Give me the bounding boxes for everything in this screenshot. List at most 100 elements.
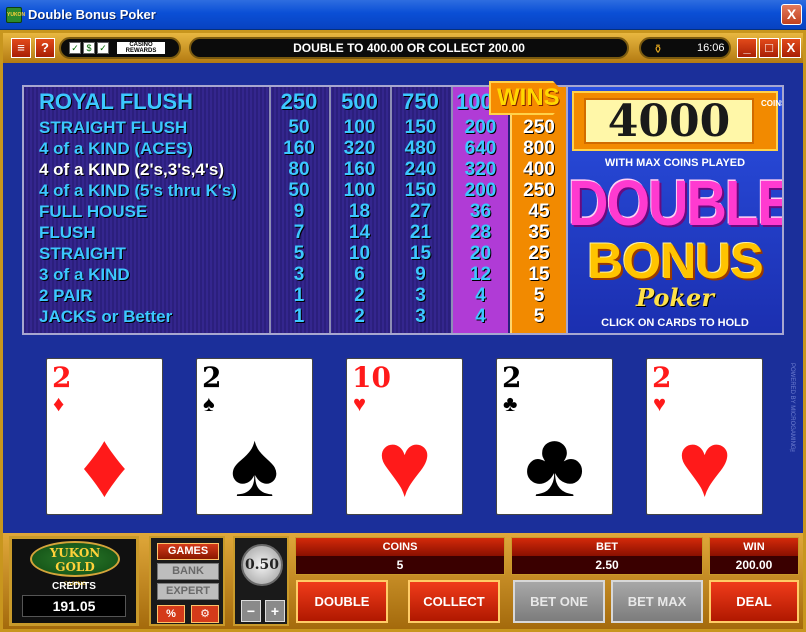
payout-cell: 1 (293, 306, 305, 327)
deal-button[interactable]: DEAL (709, 580, 799, 623)
payout-cell: 3 (415, 285, 426, 306)
payout-cell: 2 (354, 285, 365, 306)
minimize-button[interactable]: _ (737, 38, 757, 58)
message-bar: DOUBLE TO 400.00 OR COLLECT 200.00 (189, 37, 629, 59)
hand-name: 4 of a KIND (2's,3's,4's) (39, 160, 225, 179)
clock-icon: ⚱ (653, 42, 664, 56)
win-label: WIN (710, 538, 798, 556)
decrease-coin-button[interactable]: − (241, 600, 261, 622)
win-cell: 250 (523, 117, 555, 138)
bet-label: BET (512, 538, 702, 556)
hand-name: ROYAL FLUSH (39, 89, 194, 114)
wins-label: WINS (489, 81, 569, 115)
card-5[interactable]: 2 ♥ ♥ (646, 358, 763, 515)
hand-name: 4 of a KIND (ACES) (39, 139, 193, 158)
win-cell: 5 (533, 306, 545, 327)
clock-time: 16:06 (697, 42, 725, 54)
stats-icon[interactable]: ✓ (97, 42, 109, 54)
payout-cell: 3 (293, 264, 305, 285)
bank-button[interactable]: BANK (157, 563, 219, 580)
payout-cell: 9 (415, 264, 426, 285)
logo-line1: YUKON (49, 546, 101, 560)
win-cell: 25 (528, 243, 550, 264)
payout-cell: 250 (280, 89, 318, 114)
payout-cell: 100 (343, 180, 376, 201)
coins-word: COINS (761, 99, 784, 108)
payout-cell: 27 (409, 201, 432, 222)
coins-value: 5 (396, 558, 404, 572)
win-cell: 400 (523, 159, 555, 180)
check-icon[interactable]: ✓ (69, 42, 81, 54)
close-button[interactable]: X (781, 38, 801, 58)
credits-label: CREDITS (52, 581, 96, 592)
rewards-pill: ✓ $ ✓ CASINO REWARDS (59, 37, 181, 59)
payout-cell: 4 (475, 306, 486, 327)
payout-cell: 160 (343, 159, 376, 180)
payout-cell: 480 (404, 138, 437, 159)
increase-coin-button[interactable]: + (265, 600, 285, 622)
coins-label: COINS (296, 538, 504, 556)
payout-cell: 50 (288, 180, 310, 201)
win-cell: 5 (533, 285, 545, 306)
double-button[interactable]: DOUBLE (296, 580, 388, 623)
bet-value: 2.50 (595, 558, 619, 572)
card-3[interactable]: 10 ♥ ♥ (346, 358, 463, 515)
payout-cell: 1 (293, 285, 305, 306)
card-rank: 2 (652, 361, 672, 394)
powered-by-text: POWERED BY MICROGAMING™ (789, 363, 795, 456)
game-logo-panel: 4000 COINS WITH MAX COINS PLAYED DOUBLE … (566, 85, 784, 335)
money-icon[interactable]: $ (83, 42, 95, 54)
payout-cell: 5 (293, 243, 305, 264)
payout-cell: 7 (293, 222, 305, 243)
heart-icon: ♥ (377, 414, 432, 516)
payout-cell: 20 (469, 243, 492, 264)
win-stat: WIN 200.00 (709, 537, 799, 575)
hand-name: 3 of a KIND (39, 265, 130, 284)
payout-cell: 100 (343, 117, 376, 138)
payout-cell: 3 (415, 306, 426, 327)
card-rank: 10 (352, 361, 391, 394)
payout-cell: 160 (283, 138, 315, 159)
games-button[interactable]: GAMES (157, 543, 219, 560)
card-4[interactable]: 2 ♣ ♣ (496, 358, 613, 515)
card-rank: 2 (502, 361, 522, 394)
percent-button[interactable]: % (157, 605, 185, 623)
logo-bonus: BONUS (587, 233, 764, 289)
payout-cell: 200 (464, 180, 497, 201)
top-toolbar: ≡ ? ✓ $ ✓ CASINO REWARDS DOUBLE TO 400.0… (3, 33, 803, 63)
coin-value-box: 0.50 − + (233, 536, 289, 626)
club-icon: ♣ (524, 414, 585, 516)
help-button[interactable]: ? (35, 38, 55, 58)
jackpot-box: 4000 COINS (572, 91, 784, 151)
payout-cell: 150 (404, 180, 437, 201)
casino-rewards-badge[interactable]: CASINO REWARDS (117, 42, 165, 54)
card-2[interactable]: 2 ♠ ♠ (196, 358, 313, 515)
coin-value[interactable]: 0.50 (241, 544, 283, 586)
menu-icon[interactable]: ≡ (11, 38, 31, 58)
gears-icon[interactable]: ⚙ (191, 605, 219, 623)
maximize-button[interactable]: □ (759, 38, 779, 58)
payout-cell: 12 (469, 264, 492, 285)
spade-icon: ♠ (203, 391, 215, 416)
payout-cell: 500 (341, 89, 378, 114)
card-1[interactable]: 2 ♦ ♦ (46, 358, 163, 515)
wins-column: 250 800 400 250 45 35 25 15 5 5 (510, 87, 566, 333)
payout-cell: 240 (404, 159, 437, 180)
spade-icon: ♠ (230, 414, 279, 516)
payout-cell: 14 (348, 222, 371, 243)
coins-stat: COINS 5 (295, 537, 505, 575)
casino-logo: YUKON GOLD CASINO (30, 541, 120, 587)
game-frame: ≡ ? ✓ $ ✓ CASINO REWARDS DOUBLE TO 400.0… (0, 30, 806, 632)
payout-cell: 80 (288, 159, 310, 180)
clock-pill: ⚱ 16:06 (639, 37, 731, 59)
window-close-button[interactable]: X (781, 4, 802, 25)
hand-name: JACKS or Better (39, 307, 173, 326)
bet-stat: BET 2.50 (511, 537, 703, 575)
payout-column-3: 750 150 480 240 150 27 21 15 9 3 3 (390, 87, 449, 333)
hand-name: STRAIGHT FLUSH (39, 118, 188, 137)
expert-button[interactable]: EXPERT (157, 583, 219, 600)
bet-one-button[interactable]: BET ONE (513, 580, 605, 623)
diamond-icon: ♦ (53, 391, 65, 416)
bet-max-button[interactable]: BET MAX (611, 580, 703, 623)
collect-button[interactable]: COLLECT (408, 580, 500, 623)
